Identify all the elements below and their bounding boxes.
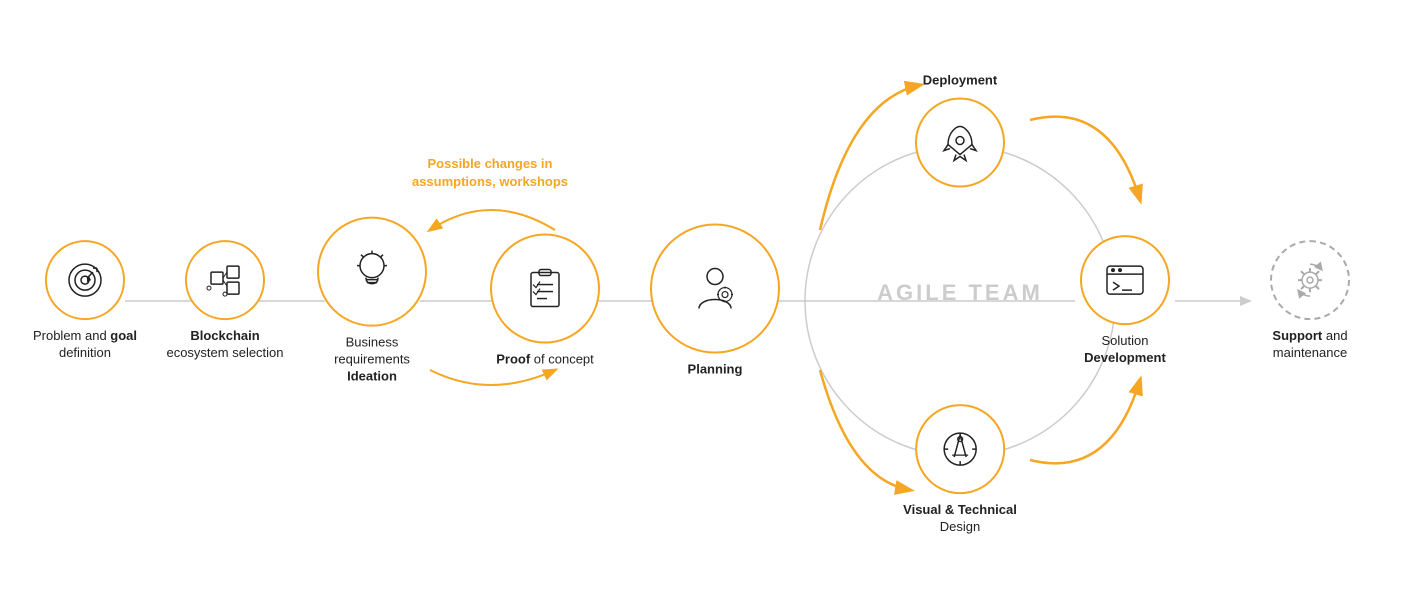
blockchain-node: Blockchain ecosystem selection: [165, 240, 285, 362]
problem-node: Problem and goal definition: [25, 240, 145, 362]
diagram: Possible changes in assumptions, worksho…: [0, 0, 1402, 602]
proof-circle: [490, 234, 600, 344]
agile-team-label: AGILE TEAM: [860, 280, 1060, 306]
business-label: Business requirements Ideation: [312, 335, 432, 386]
support-label: Support and maintenance: [1264, 328, 1356, 362]
business-node: Business requirements Ideation: [312, 217, 432, 386]
visual-label: Visual & TechnicalDesign: [903, 502, 1017, 536]
deployment-circle: [915, 97, 1005, 187]
planning-node: Planning: [650, 224, 780, 379]
blockchain-circle: [185, 240, 265, 320]
visual-circle: [915, 404, 1005, 494]
solution-circle: [1080, 235, 1170, 325]
proof-label: Proof of concept: [496, 352, 594, 369]
visual-node: Visual & TechnicalDesign: [903, 404, 1017, 536]
support-circle: [1270, 240, 1350, 320]
possible-changes-label: Possible changes in assumptions, worksho…: [390, 155, 590, 191]
planning-circle: [650, 224, 780, 354]
support-node: Support and maintenance: [1264, 240, 1356, 362]
deployment-node: Deployment: [915, 73, 1005, 188]
business-circle: [317, 217, 427, 327]
proof-node: Proof of concept: [490, 234, 600, 369]
planning-label: Planning: [688, 362, 743, 379]
solution-node: Solution Development: [1065, 235, 1185, 367]
deployment-label-top: Deployment: [923, 73, 997, 90]
blockchain-label: Blockchain ecosystem selection: [165, 328, 285, 362]
problem-label: Problem and goal definition: [25, 328, 145, 362]
problem-circle: [45, 240, 125, 320]
solution-label: Solution Development: [1065, 333, 1185, 367]
